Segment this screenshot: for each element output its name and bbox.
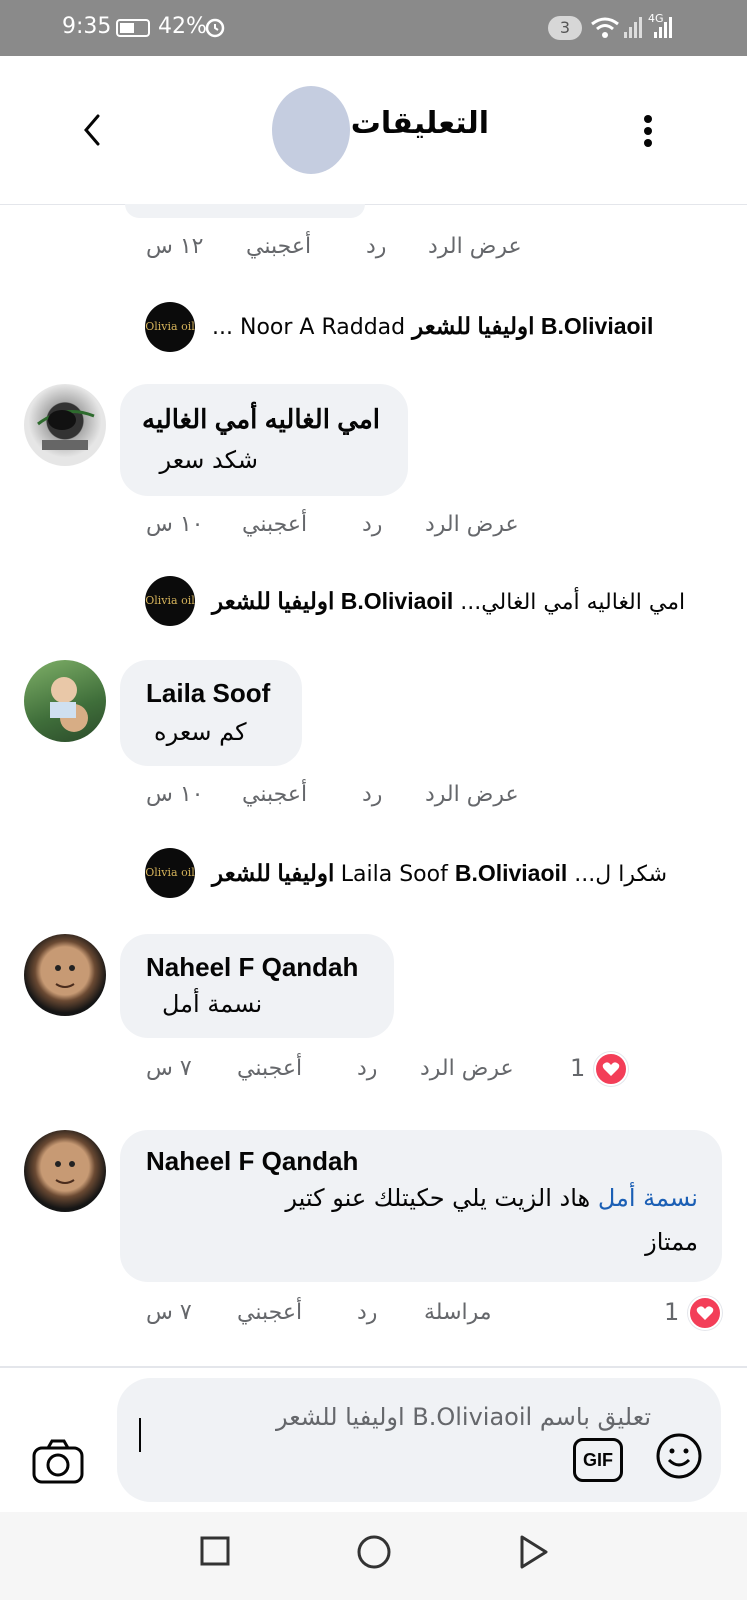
notification-count-badge: 3 [548,16,582,40]
back-triangle-icon[interactable] [518,1534,550,1570]
view-reply-link[interactable]: عرض الرد [420,1056,514,1081]
text-caret [139,1418,141,1452]
composer-divider [0,1366,747,1368]
reply-link[interactable]: رد [362,782,382,807]
comment-bubble[interactable]: Naheel F Qandah نسمة أمل هاد الزيت يلي ح… [120,1130,722,1282]
page-logo: Olivia oil [145,302,195,352]
mention-link[interactable]: نسمة أمل [162,990,262,1018]
clock: 9:35 [62,14,112,39]
like-link[interactable]: أعجبني [237,1300,302,1325]
commenter-avatar[interactable] [24,934,106,1016]
signal-sim2-icon [654,17,672,38]
alarm-icon [205,18,225,38]
comments-header: التعليقات [0,56,747,205]
comment-bubble[interactable]: Naheel F Qandah نسمة أمل [120,934,394,1038]
status-bar: 9:35 42% 3 4G [0,0,747,56]
more-options-icon[interactable] [642,114,654,148]
reply-author: B.Oliviaoil اوليفيا للشعر [212,588,454,614]
signal-sim1-icon [624,17,642,38]
comment-placeholder: تعليق باسم B.Oliviaoil اوليفيا للشعر [276,1403,651,1431]
comment-text: هاد الزيت يلي حكيتلك عنو كتير [285,1184,591,1212]
comment-time: ١٠ س [146,782,204,807]
comment-time: ٧ س [146,1056,192,1081]
comment-input[interactable]: تعليق باسم B.Oliviaoil اوليفيا للشعر GIF [117,1378,721,1502]
reply-link[interactable]: رد [362,512,382,537]
reply-link[interactable]: رد [357,1056,377,1081]
commenter-name[interactable]: Naheel F Qandah [146,1146,358,1177]
reply-snippet: امي الغاليه أمي الغالي... [460,590,686,615]
like-link[interactable]: أعجبني [242,512,307,537]
page-avatar-placeholder [272,86,350,174]
back-chevron-icon[interactable] [80,112,104,148]
reaction-count[interactable]: 1 [570,1054,585,1082]
page-title: التعليقات [350,106,489,141]
home-circle-icon[interactable] [356,1534,392,1570]
reply-preview[interactable]: امي الغاليه أمي الغالي... B.Oliviaoil او… [212,588,685,615]
reply-link[interactable]: رد [366,234,386,259]
love-reaction-icon[interactable] [688,1296,722,1330]
gif-button[interactable]: GIF [573,1438,623,1482]
reaction-count[interactable]: 1 [664,1298,679,1326]
like-link[interactable]: أعجبني [237,1056,302,1081]
page-logo: Olivia oil [145,848,195,898]
love-reaction-icon[interactable] [594,1052,628,1086]
view-reply-link[interactable]: عرض الرد [428,234,522,259]
commenter-avatar[interactable] [24,384,106,466]
mention-link[interactable]: نسمة أمل [598,1184,698,1212]
view-reply-link[interactable]: عرض الرد [425,782,519,807]
reply-snippet: Noor A Raddad ... [212,315,406,340]
like-link[interactable]: أعجبني [242,782,307,807]
commenter-name[interactable]: Naheel F Qandah [146,952,358,983]
commenter-avatar[interactable] [24,1130,106,1212]
like-link[interactable]: أعجبني [246,234,311,259]
reply-preview[interactable]: شكرا ل... Laila Soof B.Oliviaoil اوليفيا… [212,860,667,887]
comment-time: ٧ س [146,1300,192,1325]
reply-author: B.Oliviaoil اوليفيا للشعر [412,313,654,339]
commenter-avatar[interactable] [24,660,106,742]
reply-preview[interactable]: B.Oliviaoil اوليفيا للشعر Noor A Raddad … [212,313,653,340]
comment-text: شكد سعر [159,446,258,474]
comment-text-continued: ممتاز [645,1228,698,1256]
view-reply-link[interactable]: عرض الرد [425,512,519,537]
comment-bubble[interactable]: Laila Soof كم سعره [120,660,302,766]
camera-icon[interactable] [32,1438,84,1486]
wifi-icon [591,17,619,38]
system-nav-bar [0,1512,747,1600]
recents-square-icon[interactable] [200,1536,230,1566]
comment-text-line: نسمة أمل هاد الزيت يلي حكيتلك عنو كتير [285,1184,698,1212]
commenter-name[interactable]: امي الغاليه أمي الغاليه [142,404,380,435]
reply-link[interactable]: رد [357,1300,377,1325]
commenter-name[interactable]: Laila Soof [146,678,270,709]
comment-bubble[interactable]: امي الغاليه أمي الغاليه شكد سعر [120,384,408,496]
battery-level: 42% [158,14,207,39]
emoji-icon[interactable] [655,1432,703,1480]
comment-text: كم سعره [154,718,247,746]
battery-icon [116,19,150,37]
previous-comment-bubble [125,204,365,218]
comment-time: ١٠ س [146,512,204,537]
comment-time: ١٢ س [146,234,204,259]
page-logo: Olivia oil [145,576,195,626]
message-link[interactable]: مراسلة [424,1300,492,1325]
